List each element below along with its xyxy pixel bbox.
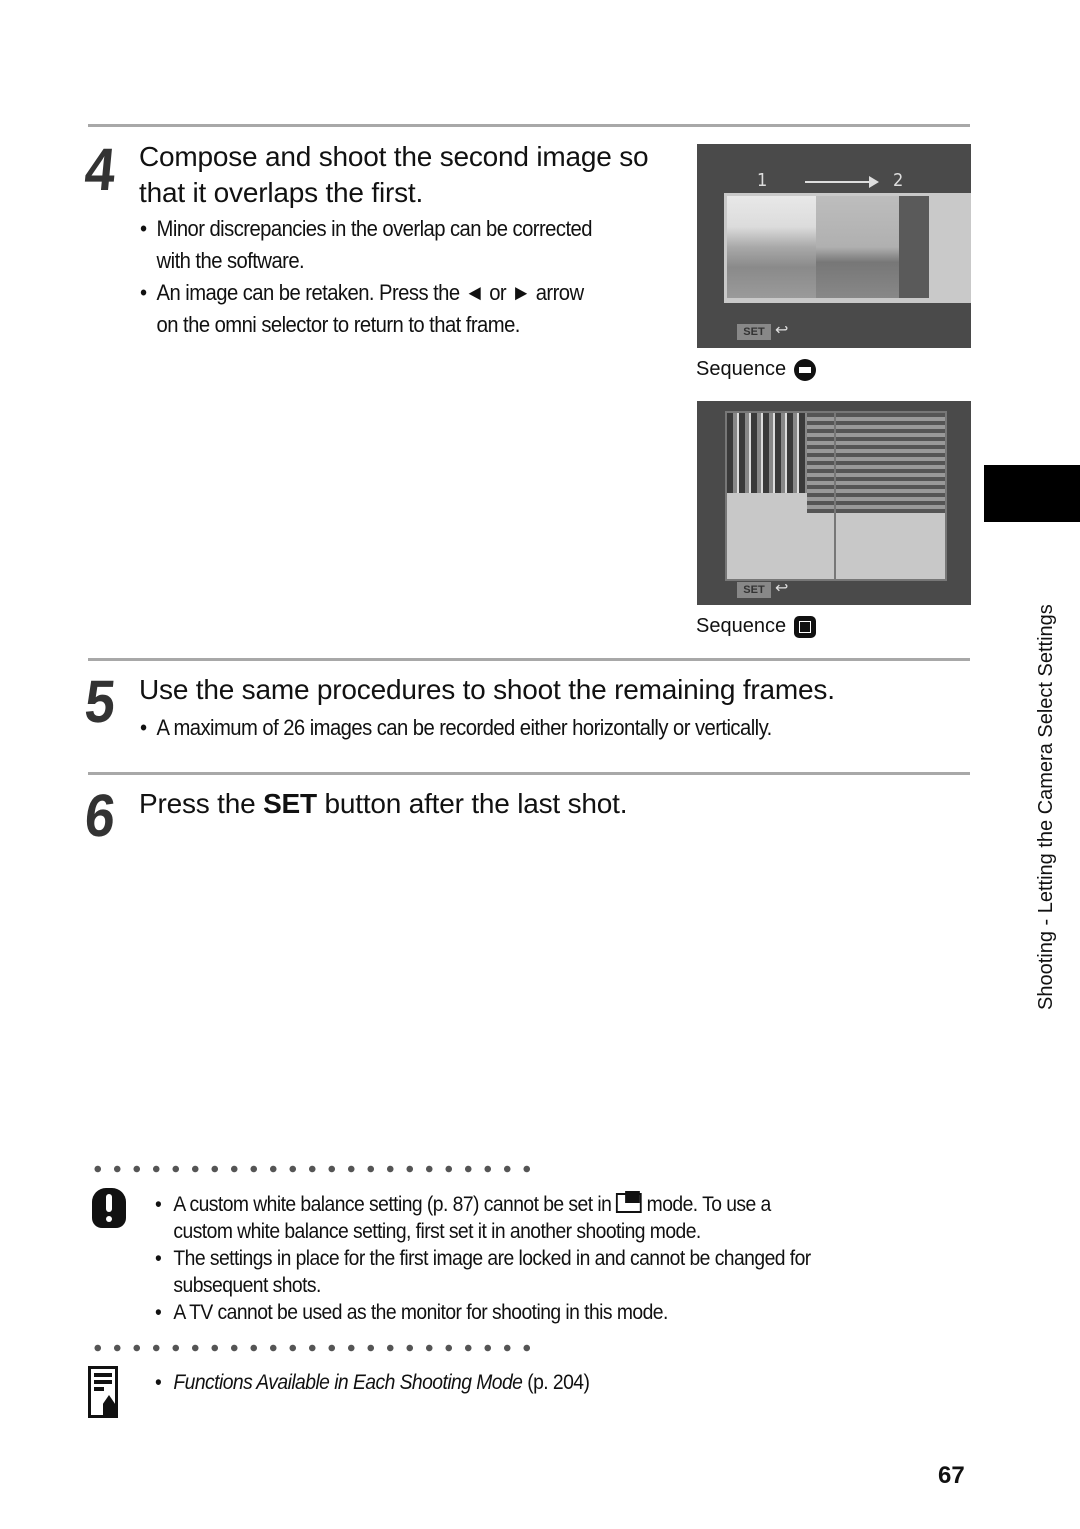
- clockwise-sequence-icon: [794, 615, 817, 638]
- camera-lcd-screen-horizontal: 1 2 SET ↩: [697, 144, 971, 348]
- reference-link[interactable]: • Functions Available in Each Shooting Mo…: [155, 1369, 965, 1396]
- bullet-text: Minor discrepancies in the overlap can b…: [156, 216, 593, 241]
- frame-label-2: 2: [893, 170, 904, 191]
- step-number-5: 5: [82, 668, 119, 735]
- frame-label-1: 1: [757, 170, 768, 191]
- set-button-icon: SET: [737, 582, 771, 598]
- caution-bullet: • The settings in place for the first ima…: [155, 1245, 965, 1299]
- step-4-heading-line2: that it overlaps the first.: [139, 177, 424, 208]
- bullet-text: subsequent shots.: [173, 1274, 321, 1297]
- caution-icon: [88, 1188, 130, 1228]
- heading-text: Press the: [139, 788, 264, 819]
- caution-bullet: • A custom white balance setting (p. 87) …: [155, 1191, 965, 1245]
- figure-caption-1: Sequence: [696, 358, 817, 381]
- step-4-bullet: • An image can be retaken. Press the ◄ or…: [140, 277, 674, 341]
- bullet-text: An image can be retaken. Press the ◄ or …: [156, 280, 585, 305]
- photo-frame-1: [727, 196, 816, 298]
- figure-caption-2: Sequence: [696, 615, 817, 638]
- section-divider: [88, 658, 970, 661]
- reference-page: (p. 204): [522, 1371, 590, 1394]
- stitch-assist-mode-icon: [616, 1191, 642, 1213]
- caption-text: Sequence: [696, 358, 787, 380]
- reference-title[interactable]: Functions Available in Each Shooting Mod…: [173, 1371, 523, 1394]
- bullet-text: mode. To use a: [641, 1193, 772, 1216]
- grid-divider: [834, 413, 836, 579]
- step-number-6: 6: [82, 782, 119, 849]
- step-5-bullet: • A maximum of 26 images can be recorded …: [140, 715, 773, 740]
- bullet-text: on the omni selector to return to that f…: [156, 312, 521, 337]
- photo-grid: [725, 411, 947, 581]
- step-number-4: 4: [82, 136, 119, 203]
- section-divider: [88, 772, 970, 775]
- step-4-heading: Compose and shoot the second image so th…: [139, 139, 649, 211]
- photo-building: [899, 196, 929, 298]
- return-icon: ↩: [775, 578, 789, 597]
- page-number: 67: [938, 1462, 965, 1489]
- step-5-heading: Use the same procedures to shoot the rem…: [139, 674, 835, 705]
- bullet-text: A custom white balance setting (p. 87) c…: [173, 1193, 617, 1216]
- camera-lcd-screen-clockwise: SET ↩: [697, 401, 971, 605]
- bullet-text: custom white balance setting, first set …: [173, 1220, 701, 1243]
- chapter-tab: [984, 465, 1080, 522]
- dotted-divider: [88, 1165, 538, 1173]
- arrow-right-icon: [869, 176, 879, 188]
- bullet-text: A maximum of 26 images can be recorded e…: [156, 715, 773, 740]
- set-button-label: SET: [263, 788, 317, 819]
- caution-bullet: • A TV cannot be used as the monitor for …: [155, 1301, 668, 1324]
- horizontal-sequence-icon: [794, 358, 817, 381]
- arrow-line: [805, 181, 873, 183]
- section-divider: [88, 124, 970, 127]
- set-button-icon: SET: [737, 324, 771, 340]
- caption-text: Sequence: [696, 615, 787, 637]
- bullet-text: The settings in place for the first imag…: [173, 1247, 811, 1270]
- step-4-bullet: • Minor discrepancies in the overlap can …: [140, 213, 674, 277]
- reference-note-icon: [88, 1366, 118, 1418]
- photo-frame-2: [807, 413, 945, 513]
- photo-strip: [724, 193, 971, 303]
- heading-text: button after the last shot.: [316, 788, 628, 819]
- step-6-heading: Press the SET button after the last shot…: [139, 786, 627, 822]
- bullet-text: A TV cannot be used as the monitor for s…: [173, 1301, 668, 1324]
- dotted-divider: [88, 1344, 538, 1352]
- bullet-text: with the software.: [156, 248, 305, 273]
- chapter-label: Shooting - Letting the Camera Select Set…: [1035, 604, 1057, 1010]
- return-icon: ↩: [775, 320, 789, 339]
- step-4-heading-line1: Compose and shoot the second image so: [139, 141, 649, 172]
